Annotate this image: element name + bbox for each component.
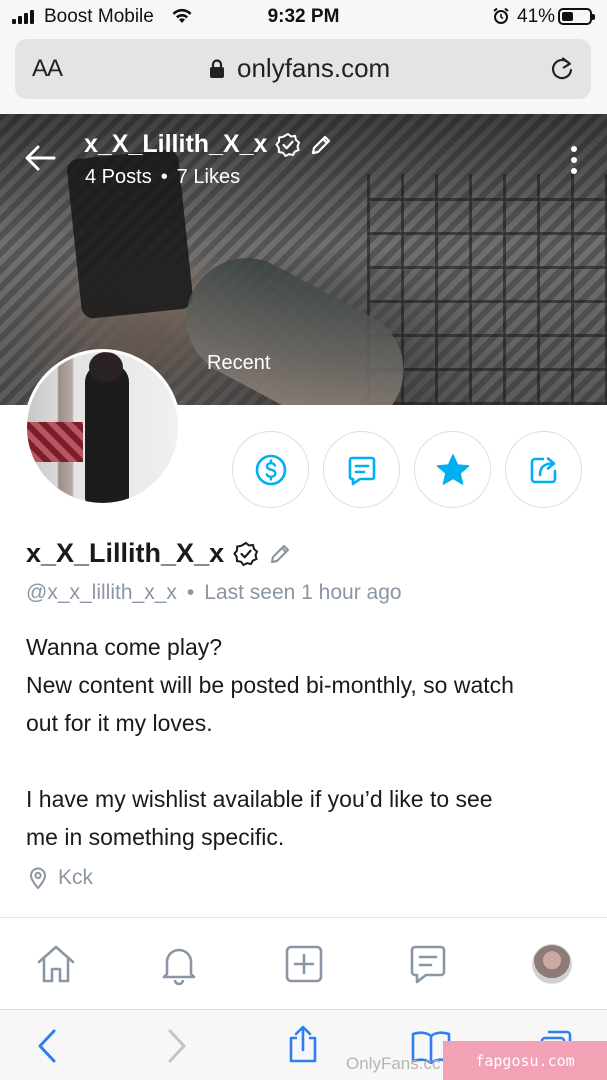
location-text: Kck (58, 866, 94, 889)
header-stats: 4 Posts • 7 Likes (85, 166, 240, 189)
profile-actions (232, 431, 582, 508)
text-size-button[interactable]: AA (32, 55, 63, 83)
last-seen: Last seen 1 hour ago (204, 581, 402, 604)
favorite-button[interactable] (414, 431, 491, 508)
avatar-figure-shape (85, 364, 129, 503)
battery-percent: 41% (517, 6, 556, 27)
profile-name: x_X_Lillith_X_x (26, 538, 225, 568)
share-icon (530, 456, 556, 483)
avatar-bed-shape (27, 422, 83, 462)
profile-avatar[interactable] (24, 349, 181, 506)
messages-icon[interactable] (406, 942, 450, 986)
dollar-icon (255, 454, 286, 485)
handle-row: @x_x_lillith_x_x • Last seen 1 hour ago (26, 581, 402, 605)
stats-separator: • (160, 166, 168, 188)
star-icon (436, 453, 469, 485)
profile-name-row: x_X_Lillith_X_x (26, 538, 292, 569)
url-text[interactable]: onlyfans.com (237, 53, 390, 84)
location-pin-icon (29, 867, 47, 890)
address-bar[interactable]: AA onlyfans.com (15, 39, 591, 99)
chat-icon (348, 456, 375, 485)
verified-icon (275, 132, 301, 157)
bio-line: New content will be posted bi-monthly, s… (26, 672, 514, 698)
app-tab-bar (0, 917, 607, 1009)
cover-recent-label: Recent (207, 352, 271, 374)
status-bar: Boost Mobile 9:32 PM 41% (0, 0, 607, 34)
tip-button[interactable] (232, 431, 309, 508)
reload-icon[interactable] (549, 55, 575, 83)
profile-handle: @x_x_lillith_x_x (26, 581, 177, 604)
tab-profile-avatar[interactable] (532, 944, 572, 984)
clock: 9:32 PM (267, 6, 340, 27)
watermark-badge: fapgosu.com (443, 1041, 607, 1080)
location-row: Kck (28, 866, 93, 890)
watermark-text: OnlyFans.cc (346, 1054, 441, 1073)
profile-bio: Wanna come play? New content will be pos… (26, 628, 586, 856)
bio-line: Wanna come play? (26, 634, 223, 660)
home-icon[interactable] (34, 942, 78, 986)
bio-line: out for it my loves. (26, 710, 213, 736)
add-icon[interactable] (282, 942, 326, 986)
likes-count[interactable]: 7 Likes (177, 166, 240, 188)
alarm-icon (493, 7, 509, 24)
header-name-row: x_X_Lillith_X_x (84, 130, 333, 159)
edit-pencil-icon[interactable] (309, 133, 333, 157)
verified-icon (233, 541, 259, 566)
bio-line: I have my wishlist available if you’d li… (26, 786, 493, 812)
bio-line: me in something specific. (26, 824, 285, 850)
header-name: x_X_Lillith_X_x (84, 130, 268, 158)
battery-icon (558, 8, 595, 25)
bell-icon[interactable] (157, 942, 201, 986)
avatar-head-shape (89, 352, 123, 382)
back-arrow-icon[interactable] (24, 144, 56, 172)
lock-icon (210, 59, 224, 78)
avatar-photo (27, 352, 178, 503)
browser-back-icon[interactable] (36, 1028, 58, 1064)
edit-pencil-icon[interactable] (268, 542, 292, 566)
browser-share-icon[interactable] (285, 1024, 321, 1064)
browser-forward-icon[interactable] (166, 1028, 188, 1064)
bio-line (26, 742, 586, 780)
message-button[interactable] (323, 431, 400, 508)
browser-toolbar: AA onlyfans.com (0, 34, 607, 114)
handle-separator: • (186, 581, 195, 604)
more-options-icon[interactable] (571, 146, 577, 174)
share-button[interactable] (505, 431, 582, 508)
posts-count[interactable]: 4 Posts (85, 166, 152, 188)
